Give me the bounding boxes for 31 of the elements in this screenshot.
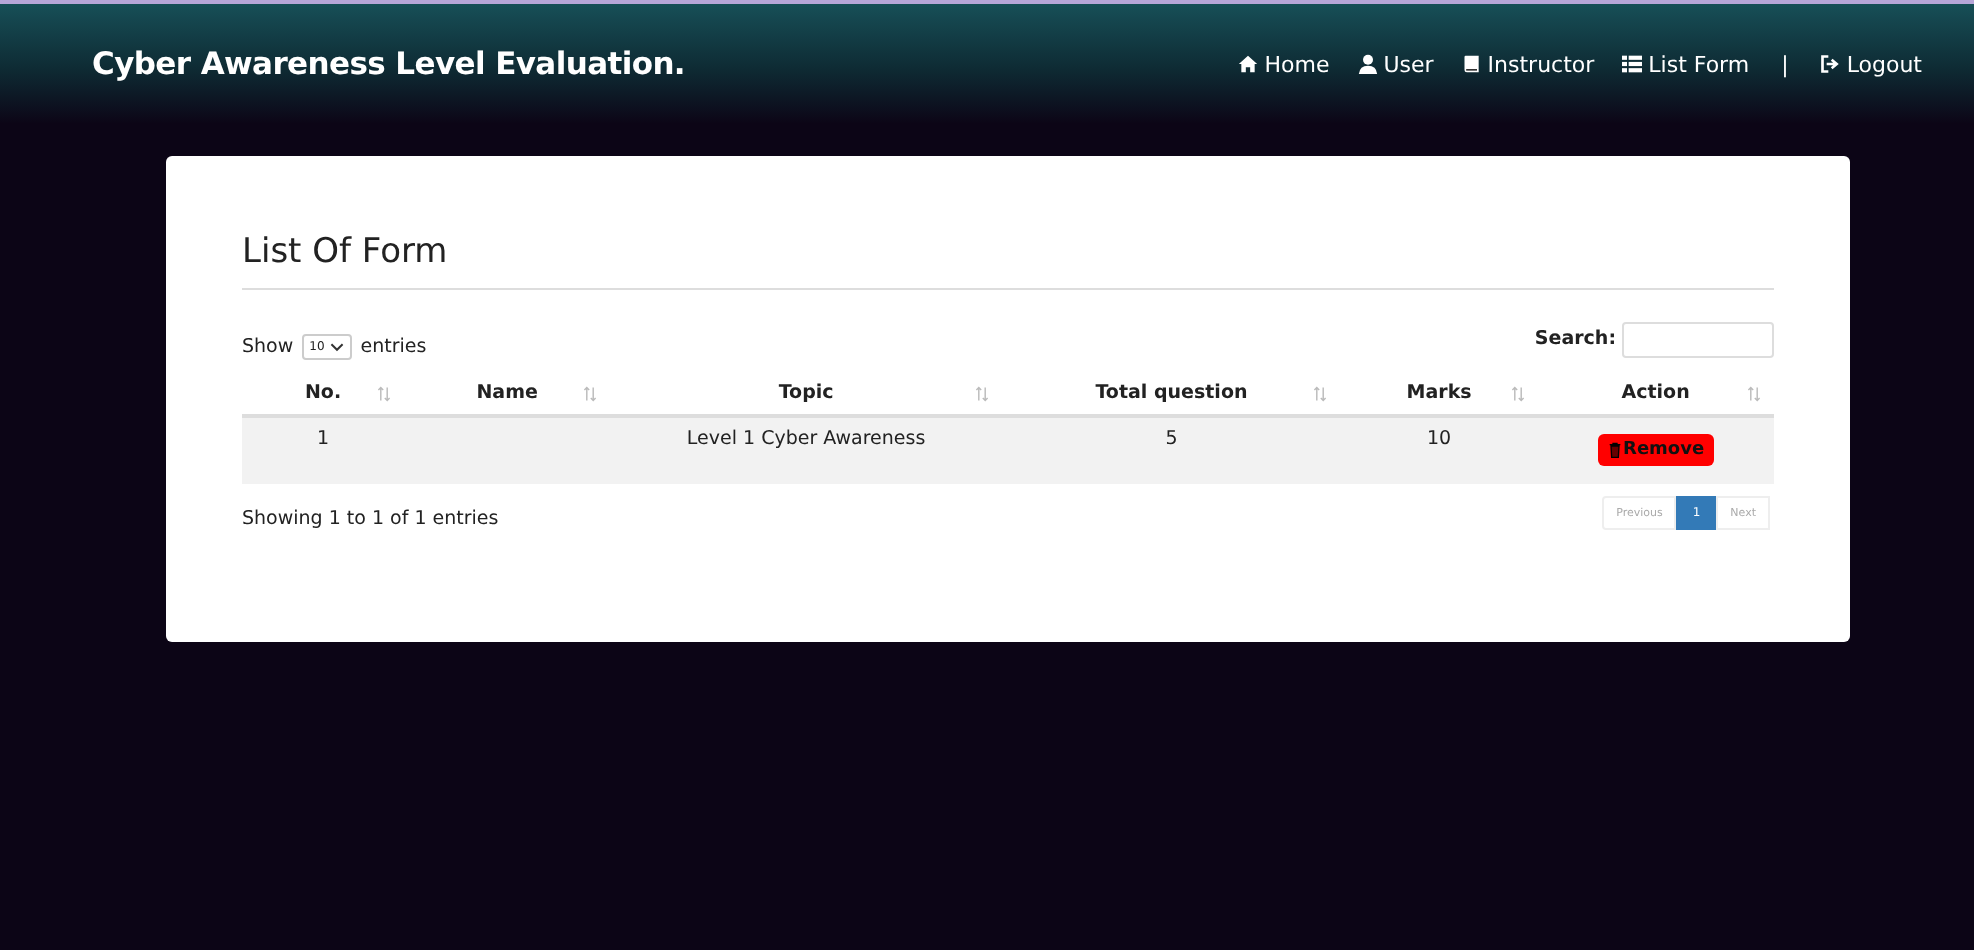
table-cell: 10 <box>1426 428 1452 450</box>
user-icon <box>1357 54 1378 74</box>
sort-icon <box>1509 385 1526 401</box>
sort-icon <box>974 385 990 401</box>
sort-icon <box>1312 385 1329 401</box>
sort-icon <box>1746 385 1762 401</box>
table-cell: Level 1 Cyber Awareness <box>686 428 926 450</box>
page-heading: List Of Form <box>242 232 1774 290</box>
sort-icon <box>582 385 599 401</box>
nav-link[interactable]: Logout <box>1820 51 1922 77</box>
site-title: Cyber Awareness Level Evaluation. <box>92 46 686 82</box>
logout-icon <box>1820 54 1841 74</box>
entries-label: entries <box>360 336 427 358</box>
sort-icon <box>376 385 393 401</box>
home-icon <box>1238 54 1259 74</box>
remove-button[interactable]: Remove <box>1597 434 1715 466</box>
table-cell: 5 <box>1165 428 1178 450</box>
search-label: Search: <box>1534 328 1616 350</box>
entries-info: Showing 1 to 1 of 1 entries <box>242 508 499 530</box>
show-label: Show <box>242 336 294 358</box>
trash-icon <box>1607 442 1622 458</box>
book-icon <box>1461 54 1482 74</box>
nav-link[interactable]: User <box>1357 51 1434 77</box>
list-icon <box>1622 54 1643 74</box>
table-cell: 1 <box>316 428 330 450</box>
nav-link[interactable]: List Form <box>1622 51 1750 77</box>
nav-separator: | <box>1781 51 1789 77</box>
nav-link[interactable]: Instructor <box>1461 51 1595 77</box>
search-field[interactable] <box>1622 321 1774 357</box>
chevron-icon <box>330 342 345 352</box>
nav-link[interactable]: Home <box>1238 51 1330 77</box>
